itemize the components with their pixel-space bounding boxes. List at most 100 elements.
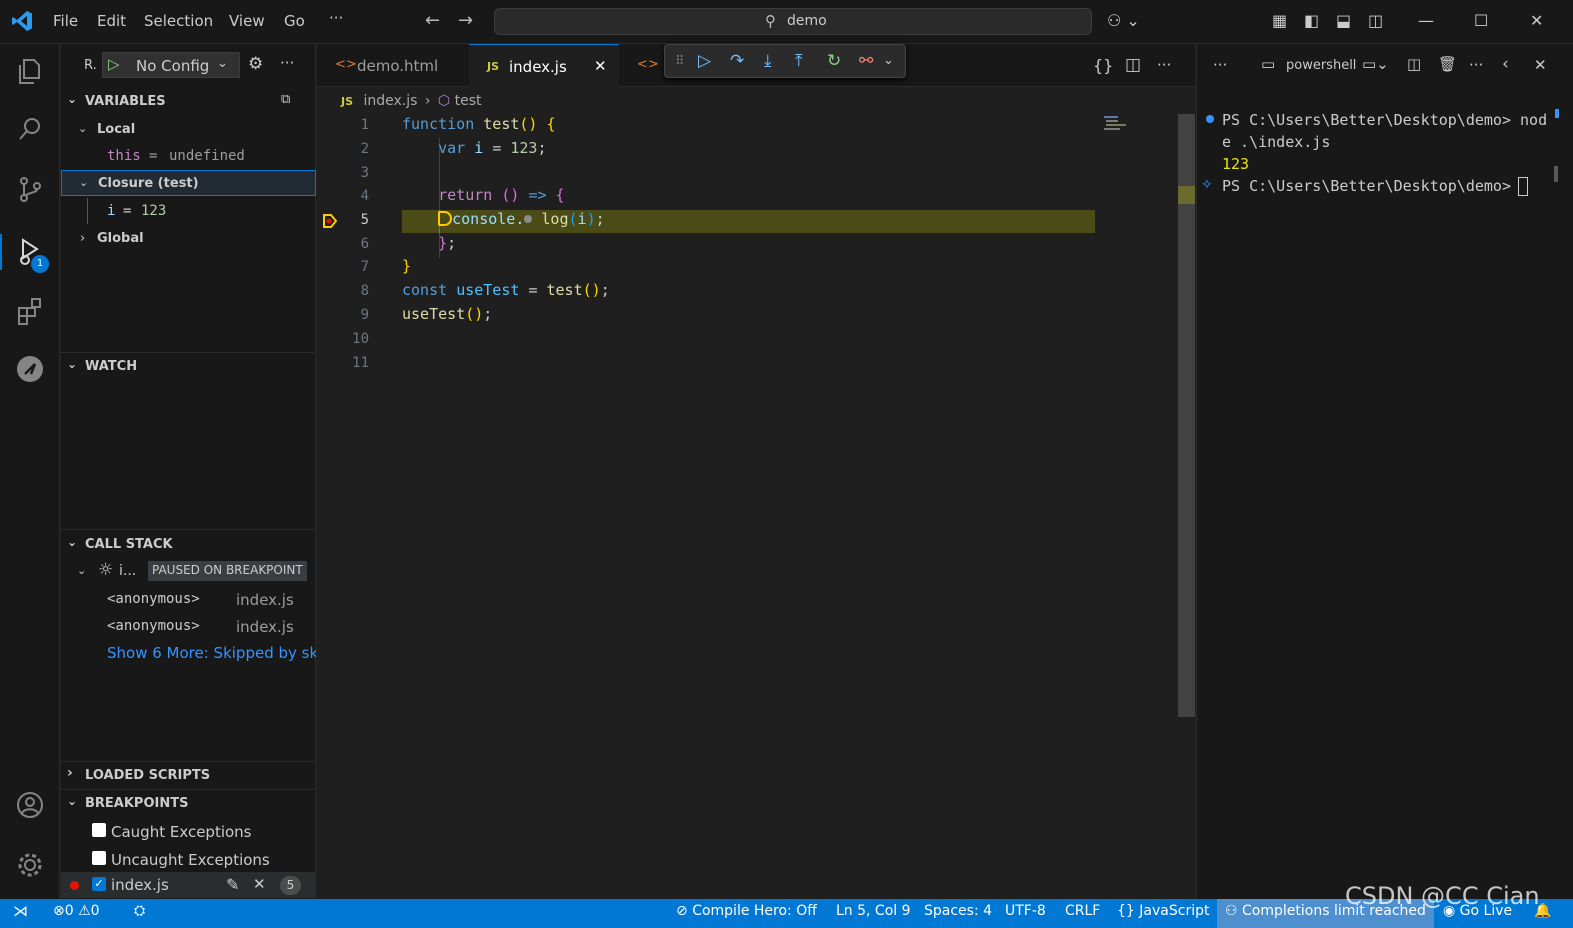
new-terminal-icon[interactable]: ▭⌄ (1362, 55, 1389, 73)
open-launch-json-gear-icon[interactable]: ⚙ (248, 54, 263, 74)
kill-terminal-trash-icon[interactable]: 🗑 (1438, 55, 1457, 73)
more-actions-icon[interactable]: ··· (280, 54, 294, 72)
stack-frame[interactable]: <anonymous> index.js (61, 586, 316, 612)
scope-closure[interactable]: ⌄ Closure (test) (61, 170, 316, 196)
scope-local[interactable]: ⌄ Local (61, 116, 316, 142)
start-debugging-icon[interactable]: ▷ (108, 55, 120, 73)
encoding-status[interactable]: UTF-8 (1005, 903, 1046, 919)
panel-more-actions-icon[interactable]: ··· (1213, 56, 1227, 74)
variable-this[interactable]: this = undefined (61, 143, 316, 169)
disconnect-icon[interactable]: ⚯ (859, 51, 873, 71)
uncaught-exceptions-checkbox[interactable] (92, 851, 106, 865)
code-line-6: }; (402, 234, 1182, 258)
tab-overflow[interactable]: <> (620, 44, 660, 87)
menu-go[interactable]: Go (284, 12, 305, 30)
close-window-icon[interactable]: ✕ (1530, 11, 1543, 30)
launch-config-dropdown[interactable]: ▷ No Config ⌄ (102, 52, 240, 78)
variable-i[interactable]: i = 123 (61, 198, 316, 224)
tab-label: index.js (509, 58, 567, 76)
terminal-scrollbar[interactable] (1554, 166, 1558, 182)
toggle-panel-icon[interactable]: ⬓ (1336, 11, 1351, 30)
breakpoint-caught-exceptions[interactable]: Caught Exceptions (61, 818, 316, 844)
debug-status-icon[interactable]: ⛭ (134, 903, 145, 919)
edit-pencil-icon[interactable]: ✎ (226, 875, 239, 894)
call-stack-header-label: CALL STACK (85, 537, 173, 552)
manage-gear-icon[interactable] (12, 850, 48, 886)
editor-scrollbar[interactable] (1178, 114, 1195, 717)
maximize-icon[interactable]: ☐ (1474, 11, 1488, 30)
accounts-icon[interactable] (12, 790, 48, 826)
extensions-icon[interactable] (12, 296, 48, 332)
tab-demo-html[interactable]: <> demo.html (317, 44, 468, 87)
watch-section-header[interactable]: ⌄ WATCH (61, 354, 316, 378)
breakpoint-file-entry[interactable]: ✓ index.js ✎ ✕ 5 (61, 872, 316, 898)
problems-indicator[interactable]: ⊗0 ⚠0 (53, 903, 100, 919)
eol-status[interactable]: CRLF (1065, 903, 1100, 919)
minimap[interactable] (1102, 114, 1132, 132)
show-more-frames-link[interactable]: Show 6 More: Skipped by ski (61, 639, 316, 665)
breadcrumb-symbol[interactable]: test (455, 93, 482, 109)
current-breakpoint-icon[interactable] (321, 212, 339, 230)
menu-edit[interactable]: Edit (97, 12, 126, 30)
menu-file[interactable]: File (53, 12, 78, 30)
chevron-left-icon[interactable]: ‹ (1502, 54, 1509, 74)
cursor-position[interactable]: Ln 5, Col 9 (836, 903, 911, 919)
indent-guide (87, 198, 88, 224)
language-mode[interactable]: {} JavaScript (1117, 903, 1209, 919)
menu-more[interactable]: ··· (329, 9, 343, 27)
code-editor[interactable]: 1 2 3 4 5 6 7 8 9 10 11 function test() … (317, 114, 1177, 899)
split-editor-icon[interactable]: ◫ (1125, 55, 1141, 75)
terminal-name[interactable]: powershell (1286, 58, 1356, 73)
compile-hero-status[interactable]: ⊘ Compile Hero: Off (676, 903, 817, 919)
remote-indicator-icon[interactable]: ⋊ (13, 902, 28, 920)
frame-name: <anonymous> (107, 591, 200, 607)
menu-selection[interactable]: Selection (144, 12, 213, 30)
breakpoint-file-label: index.js (111, 876, 169, 894)
minimize-icon[interactable]: — (1418, 11, 1434, 30)
loaded-scripts-section-header[interactable]: › LOADED SCRIPTS (61, 763, 316, 787)
drag-handle-icon[interactable]: ⠿ (675, 54, 685, 69)
stack-frame[interactable]: <anonymous> index.js (61, 613, 316, 639)
remove-breakpoint-icon[interactable]: ✕ (253, 875, 266, 893)
toggle-secondary-sidebar-icon[interactable]: ◫ (1368, 11, 1383, 30)
copilot-icon[interactable]: ⚇ ⌄ (1107, 11, 1140, 30)
breakpoints-section-header[interactable]: ⌄ BREAKPOINTS (61, 791, 316, 815)
customize-layout-icon[interactable]: ▦ (1272, 11, 1287, 30)
variables-section-header[interactable]: ⌄ VARIABLES ⧉ (61, 89, 316, 113)
step-over-icon[interactable]: ↷ (730, 51, 744, 71)
step-out-icon[interactable]: ⤒ (795, 51, 803, 71)
explorer-icon[interactable] (12, 56, 48, 92)
breakpoint-enabled-checkbox[interactable]: ✓ (92, 877, 106, 891)
code-line-8: const useTest = test(); (402, 281, 1182, 305)
split-editor-braces-icon[interactable]: {} (1093, 56, 1113, 75)
call-stack-thread[interactable]: ⌄ ☼ i... PAUSED ON BREAKPOINT (61, 558, 316, 584)
source-control-icon[interactable] (12, 174, 48, 210)
caught-exceptions-checkbox[interactable] (92, 823, 106, 837)
indentation-status[interactable]: Spaces: 4 (924, 903, 992, 919)
restart-icon[interactable]: ↻ (827, 51, 841, 71)
scope-global[interactable]: › Global (61, 225, 316, 251)
collapse-all-icon[interactable]: ⧉ (281, 92, 290, 107)
tab-index-js[interactable]: JS index.js ✕ (469, 44, 619, 87)
split-terminal-icon[interactable]: ◫ (1407, 55, 1421, 73)
menu-view[interactable]: View (229, 12, 265, 30)
back-arrow-icon[interactable]: ← (425, 10, 440, 31)
breadcrumb-file[interactable]: index.js (363, 93, 417, 109)
close-tab-icon[interactable]: ✕ (594, 57, 607, 75)
close-panel-icon[interactable]: ✕ (1534, 56, 1547, 74)
call-stack-section-header[interactable]: ⌄ CALL STACK (61, 532, 316, 556)
breakpoint-uncaught-exceptions[interactable]: Uncaught Exceptions (61, 846, 316, 872)
terminal-more-icon[interactable]: ··· (1469, 56, 1483, 74)
remote-explorer-icon[interactable] (12, 354, 48, 390)
command-center-search[interactable]: ⚲ demo (494, 8, 1092, 35)
forward-arrow-icon[interactable]: → (458, 10, 473, 31)
continue-icon[interactable]: ▷ (698, 51, 711, 71)
toggle-primary-sidebar-icon[interactable]: ◧ (1304, 11, 1319, 30)
chevron-down-icon[interactable]: ⌄ (883, 53, 894, 68)
editor-more-actions-icon[interactable]: ··· (1157, 56, 1171, 74)
paused-status-badge: PAUSED ON BREAKPOINT (148, 561, 307, 581)
line-number: 11 (352, 355, 369, 371)
search-view-icon[interactable] (12, 114, 48, 150)
semicolon: ; (600, 281, 610, 299)
step-into-icon[interactable]: ⤓ (764, 51, 772, 71)
